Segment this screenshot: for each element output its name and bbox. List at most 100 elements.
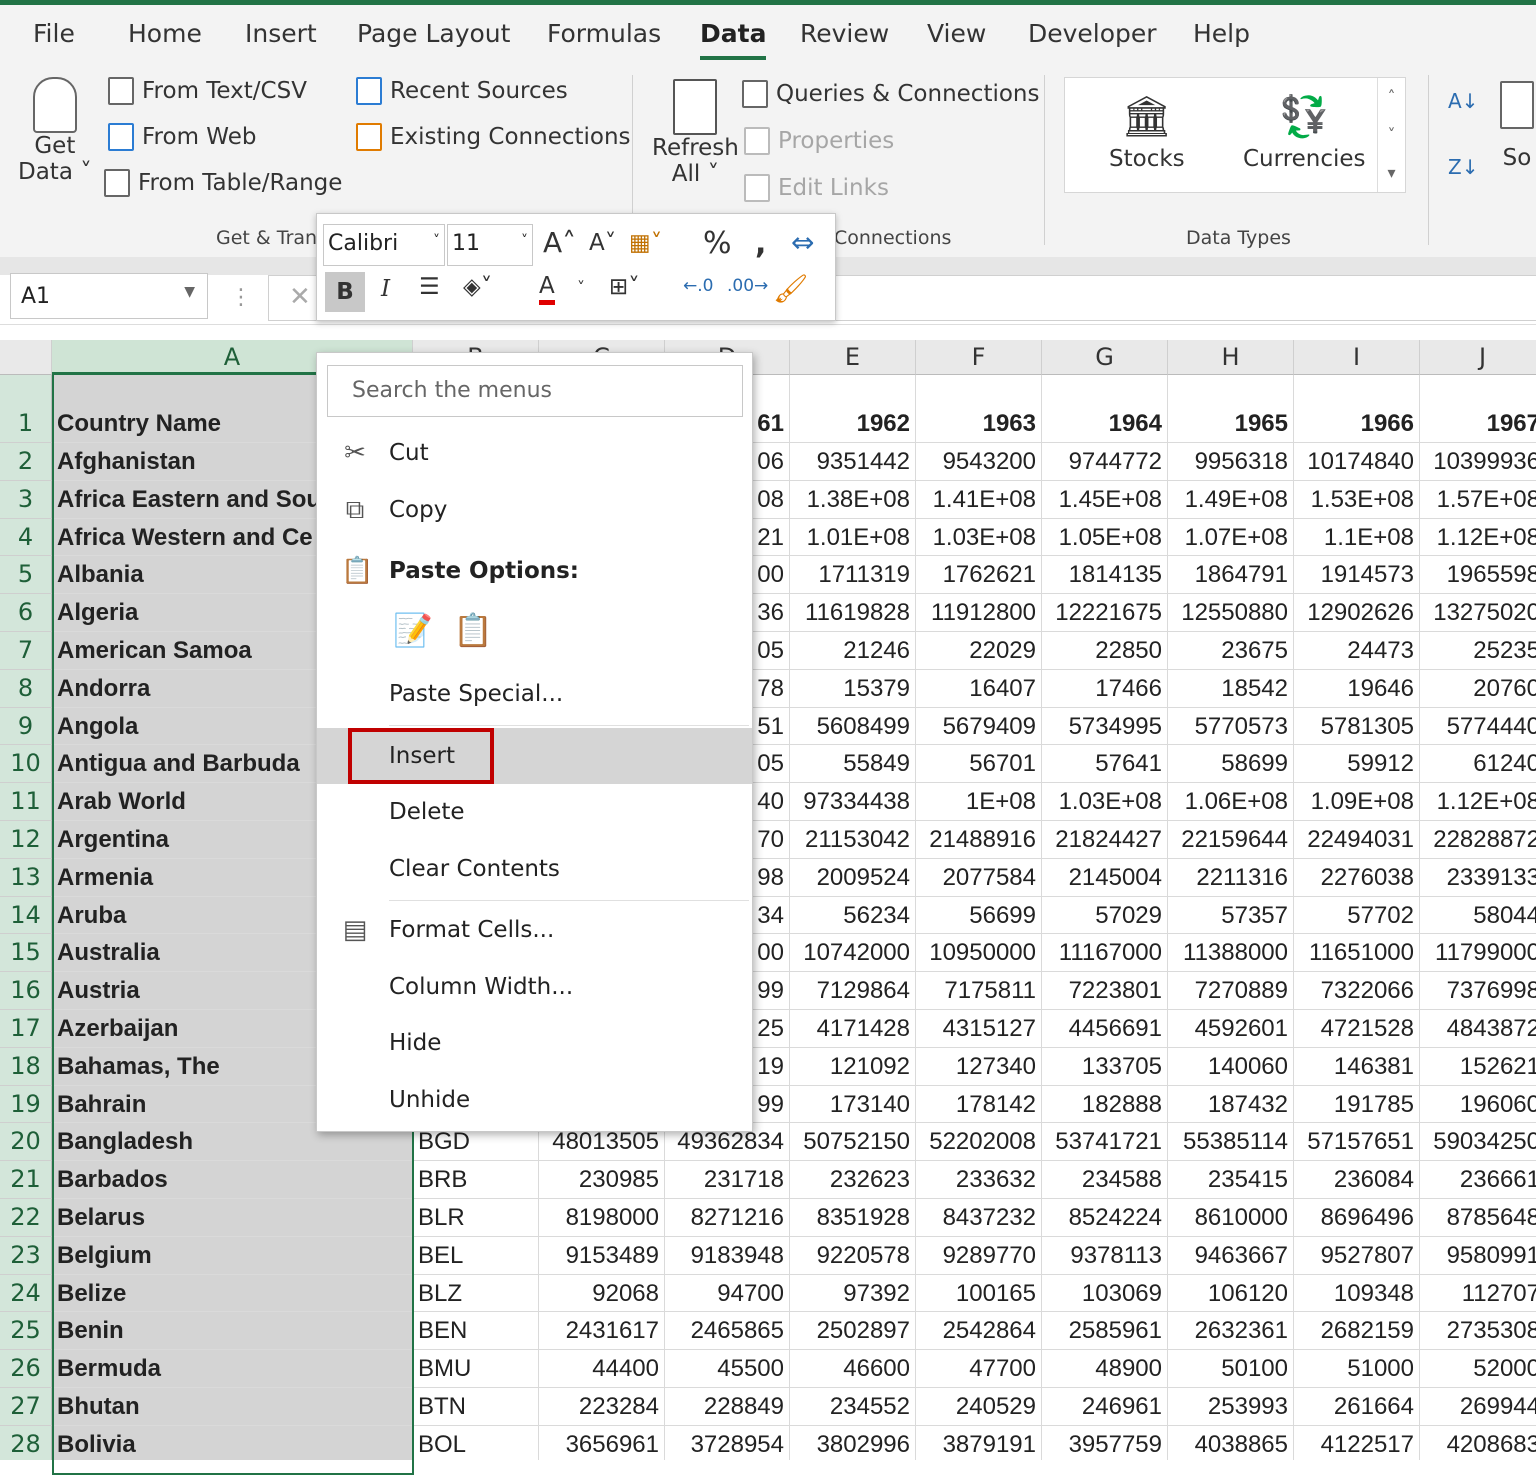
cell[interactable]: BEN	[413, 1312, 539, 1351]
increase-font-icon[interactable]: A˄	[543, 226, 576, 259]
cell[interactable]: Belarus	[52, 1199, 413, 1237]
cell[interactable]: 8785648	[1420, 1199, 1536, 1237]
column-header-F[interactable]: F	[916, 340, 1042, 375]
tab-file[interactable]: File	[33, 19, 75, 48]
cell[interactable]: 269944	[1420, 1388, 1536, 1426]
cell[interactable]: 51000	[1294, 1350, 1420, 1388]
cell[interactable]: 152621	[1420, 1048, 1536, 1086]
cell[interactable]: 146381	[1294, 1047, 1420, 1086]
cell[interactable]: 9153489	[539, 1236, 665, 1275]
cell[interactable]: 7376998	[1420, 972, 1536, 1010]
cell[interactable]: 5734995	[1042, 707, 1168, 746]
cell[interactable]: 21153042	[790, 821, 916, 859]
cell[interactable]: 4456691	[1042, 1010, 1168, 1048]
cell[interactable]: 1963	[916, 375, 1042, 443]
row-header[interactable]: 27	[0, 1388, 52, 1426]
row-header[interactable]: 5	[0, 556, 52, 595]
cell[interactable]: 20760	[1420, 670, 1536, 708]
cell[interactable]: 2585961	[1042, 1312, 1168, 1351]
cell[interactable]: 4721528	[1294, 1010, 1420, 1048]
cell[interactable]: 9956318	[1168, 443, 1294, 481]
cell[interactable]: 21246	[790, 632, 916, 670]
cell[interactable]: 1967	[1420, 375, 1536, 443]
cell[interactable]: 2339133	[1420, 859, 1536, 897]
row-header[interactable]: 16	[0, 972, 52, 1010]
row-header[interactable]: 26	[0, 1350, 52, 1388]
cell[interactable]: 4122517	[1294, 1425, 1420, 1460]
cell[interactable]: 261664	[1294, 1388, 1420, 1426]
cell[interactable]: 112707	[1420, 1275, 1536, 1313]
cell[interactable]: Belize	[52, 1274, 413, 1313]
cell[interactable]: BLZ	[413, 1274, 539, 1313]
cell[interactable]: 25235	[1420, 632, 1536, 670]
menu-item-column-width[interactable]: Column Width...	[317, 961, 752, 1013]
cell[interactable]: 55385114	[1168, 1123, 1294, 1162]
row-header[interactable]: 3	[0, 480, 52, 519]
from-web-button[interactable]: From Web	[108, 123, 256, 151]
cell[interactable]: 10174840	[1294, 443, 1420, 481]
cell[interactable]: 253993	[1168, 1388, 1294, 1426]
decrease-font-icon[interactable]: A˅	[589, 230, 616, 256]
cell[interactable]: 44400	[539, 1350, 665, 1388]
queries-connections-button[interactable]: Queries & Connections	[742, 80, 1040, 108]
cell[interactable]: 56699	[916, 896, 1042, 935]
cell[interactable]: BRB	[413, 1161, 539, 1199]
menu-item-format-cells[interactable]: ▤ Format Cells...	[317, 904, 752, 956]
cell[interactable]: 4315127	[916, 1010, 1042, 1048]
cell[interactable]: 9744772	[1042, 443, 1168, 481]
tab-formulas[interactable]: Formulas	[547, 19, 661, 48]
cell[interactable]: 109348	[1294, 1274, 1420, 1313]
row-header[interactable]: 12	[0, 821, 52, 859]
cell[interactable]: 57157651	[1294, 1123, 1420, 1162]
cell[interactable]: 57702	[1294, 896, 1420, 935]
cell[interactable]: 2431617	[539, 1312, 665, 1351]
cell[interactable]: Bolivia	[52, 1425, 413, 1460]
cell[interactable]: 3728954	[665, 1425, 790, 1460]
menu-item-copy[interactable]: ⧉ Copy	[317, 484, 752, 536]
cell[interactable]: BTN	[413, 1388, 539, 1426]
cell[interactable]: 121092	[790, 1047, 916, 1086]
cell[interactable]: BMU	[413, 1350, 539, 1388]
cell[interactable]: Barbados	[52, 1161, 413, 1199]
cell[interactable]: Belgium	[52, 1236, 413, 1275]
cell[interactable]: Bermuda	[52, 1350, 413, 1388]
cell[interactable]: 10399936	[1420, 443, 1536, 481]
cell[interactable]: 173140	[790, 1085, 916, 1124]
name-box[interactable]: A1 ▼	[10, 273, 208, 319]
font-color-icon[interactable]: A	[539, 272, 555, 305]
cell[interactable]: 22494031	[1294, 821, 1420, 859]
cell[interactable]: Benin	[52, 1312, 413, 1351]
cell[interactable]: 15379	[790, 669, 916, 708]
row-header[interactable]: 19	[0, 1085, 52, 1124]
cell[interactable]: 2077584	[916, 858, 1042, 897]
currencies-button[interactable]: 💱 Currencies	[1243, 96, 1366, 172]
cell[interactable]: 1965598	[1420, 556, 1536, 595]
cell[interactable]: 22828872	[1420, 821, 1536, 859]
cell[interactable]: 1914573	[1294, 556, 1420, 595]
cell[interactable]: 21824427	[1042, 821, 1168, 859]
cell[interactable]: 59034250	[1420, 1123, 1536, 1162]
row-header[interactable]: 2	[0, 443, 52, 481]
cell[interactable]: 1864791	[1168, 556, 1294, 595]
cell[interactable]: 9378113	[1042, 1236, 1168, 1275]
cell[interactable]: 47700	[916, 1350, 1042, 1388]
column-header-H[interactable]: H	[1168, 340, 1294, 375]
cell[interactable]: 1814135	[1042, 556, 1168, 595]
row-header[interactable]: 28	[0, 1425, 52, 1460]
cell[interactable]: 9183948	[665, 1236, 790, 1275]
tab-review[interactable]: Review	[800, 19, 889, 48]
cell[interactable]: 1962	[790, 375, 916, 443]
font-size-select[interactable]: 11 ˅	[447, 224, 533, 266]
cell[interactable]: 2682159	[1294, 1312, 1420, 1351]
cell[interactable]: 234588	[1042, 1161, 1168, 1199]
cell[interactable]: 7270889	[1168, 972, 1294, 1010]
cell[interactable]: 1.57E+08	[1420, 481, 1536, 519]
tab-data[interactable]: Data	[700, 19, 767, 60]
cell[interactable]: 4208683	[1420, 1426, 1536, 1460]
cell[interactable]: 24473	[1294, 632, 1420, 670]
cell[interactable]: 22029	[916, 632, 1042, 670]
cell[interactable]: 7129864	[790, 972, 916, 1010]
cell[interactable]: 236661	[1420, 1161, 1536, 1199]
cell[interactable]: 61240	[1420, 745, 1536, 784]
row-header[interactable]: 1	[0, 375, 52, 443]
